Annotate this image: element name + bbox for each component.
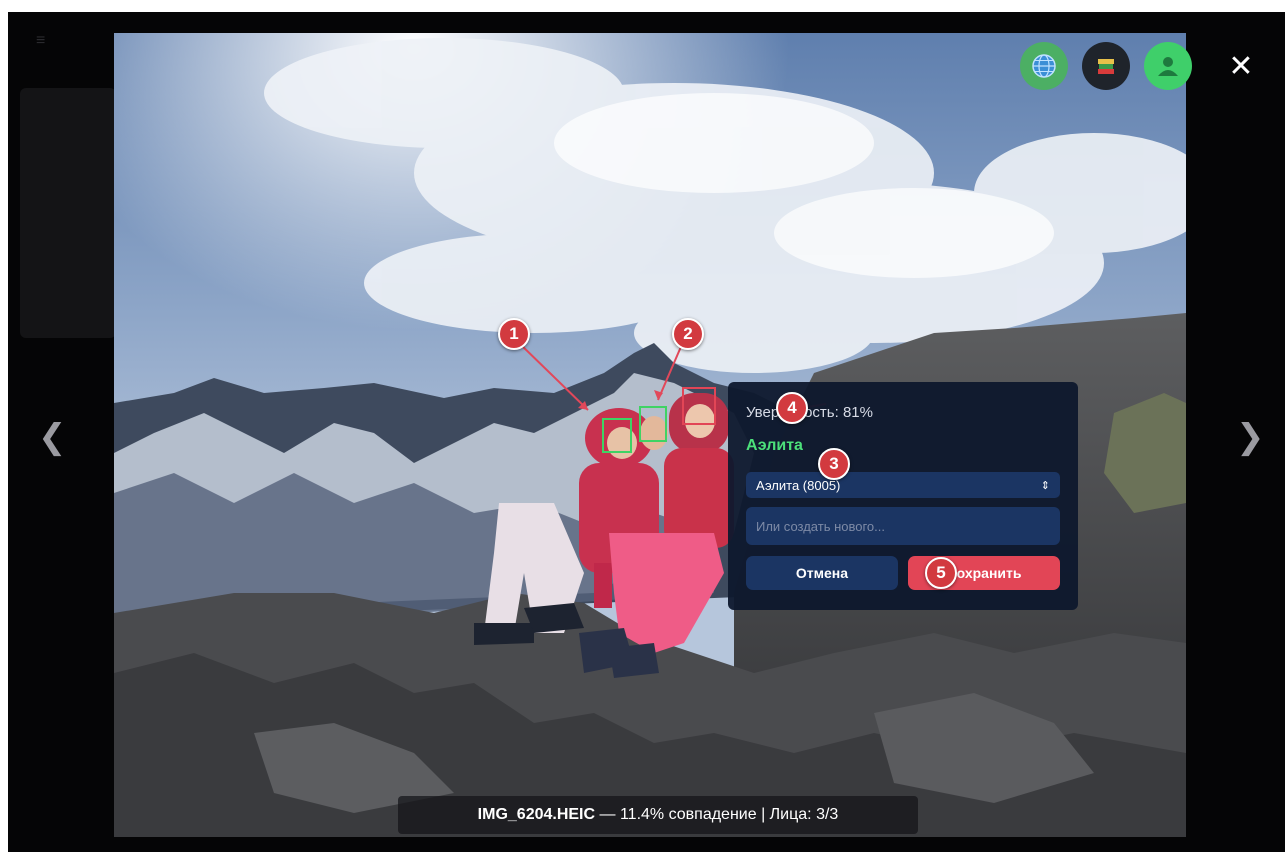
person-select[interactable]: Аэлита (8005) ⇕ xyxy=(746,472,1060,498)
face-box-3-selected[interactable] xyxy=(682,387,716,425)
library-button[interactable] xyxy=(1082,42,1130,90)
globe-button[interactable] xyxy=(1020,42,1068,90)
person-name: Аэлита xyxy=(746,437,803,454)
annotation-badge-3: 3 xyxy=(818,448,850,480)
viewer-overlay: ≡ ❮ ❯ ✕ Уверенность: 81% Аэлита Аэлита (… xyxy=(8,12,1285,852)
next-arrow[interactable]: ❯ xyxy=(1236,417,1265,457)
menu-icon: ≡ xyxy=(36,32,46,49)
file-name: IMG_6204.HEIC xyxy=(477,806,596,823)
annotation-badge-2: 2 xyxy=(672,318,704,350)
cancel-button[interactable]: Отмена xyxy=(746,556,898,590)
books-icon xyxy=(1098,59,1114,74)
close-button[interactable]: ✕ xyxy=(1226,52,1256,82)
confidence-label: Уверенность: 81% xyxy=(746,404,873,421)
globe-icon xyxy=(1032,54,1056,78)
annotation-badge-5: 5 xyxy=(925,557,957,589)
photo-caption: IMG_6204.HEIC — 11.4% совпадение | Лица:… xyxy=(398,796,918,834)
new-person-input[interactable] xyxy=(746,507,1060,545)
face-box-2[interactable] xyxy=(639,406,667,442)
prev-arrow[interactable]: ❮ xyxy=(38,417,67,457)
match-details: — 11.4% совпадение | Лица: 3/3 xyxy=(595,806,839,823)
chevron-updown-icon: ⇕ xyxy=(1040,479,1050,492)
user-icon xyxy=(1158,57,1178,76)
annotation-badge-4: 4 xyxy=(776,392,808,424)
person-select-value: Аэлита (8005) xyxy=(756,477,841,493)
faces-button[interactable] xyxy=(1144,42,1192,90)
annotation-badge-1: 1 xyxy=(498,318,530,350)
background-panel xyxy=(20,88,116,338)
face-box-1[interactable] xyxy=(602,418,632,453)
